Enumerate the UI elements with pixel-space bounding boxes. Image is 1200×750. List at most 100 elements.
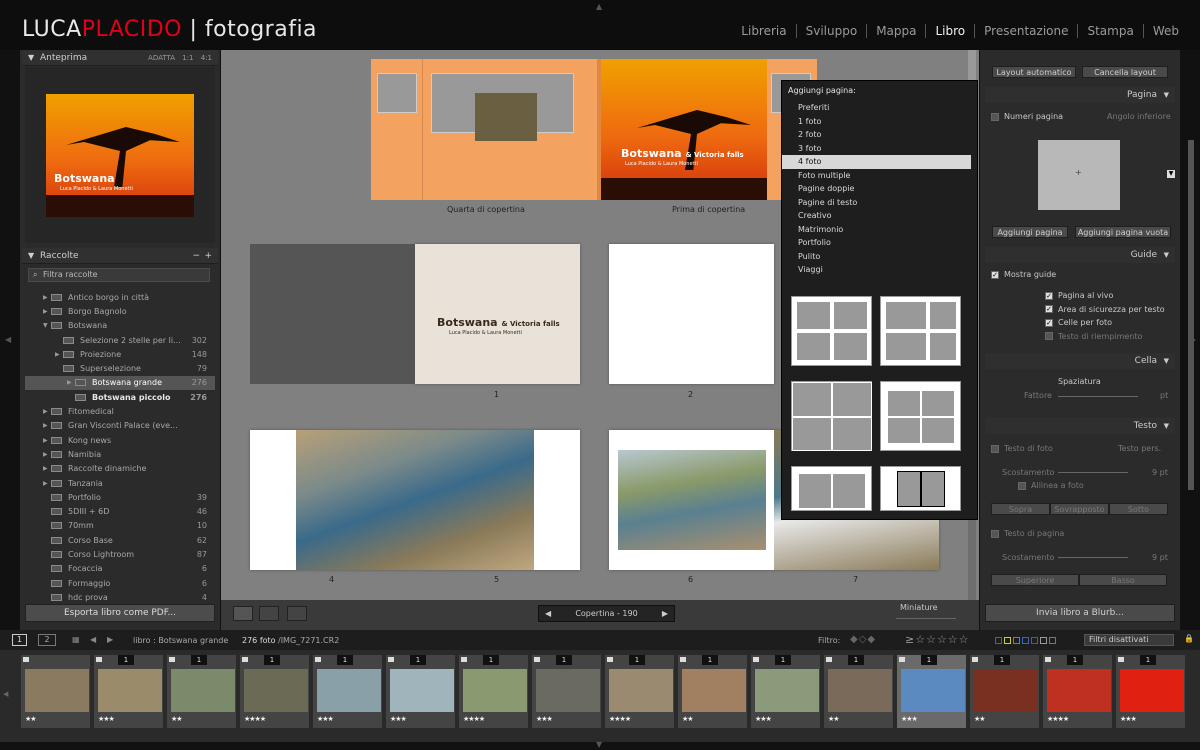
photo-text-toggle[interactable]: Testo di foto <box>991 444 1053 453</box>
add-page-category[interactable]: Portfolio <box>782 236 977 250</box>
send-to-blurb-button[interactable]: Invia libro a Blurb... <box>985 604 1175 622</box>
add-page-category[interactable]: Viaggi <box>782 263 977 277</box>
grid-view-icon[interactable]: ▦ <box>72 635 80 644</box>
collection-item[interactable]: ▼ Botswana <box>25 319 215 333</box>
current-file[interactable]: /IMG_7271.CR2 <box>278 636 339 645</box>
star-rating[interactable]: ★★★ <box>1120 715 1137 723</box>
align-photo-checkbox[interactable]: Allinea a foto <box>1018 481 1084 490</box>
star-rating[interactable]: ★★ <box>974 715 986 723</box>
filmstrip-thumbnail[interactable]: 1 ★★ <box>678 655 748 728</box>
photo-text-mode-select[interactable]: Testo pers. <box>1118 444 1161 453</box>
star-rating[interactable]: ★★★★ <box>609 715 631 723</box>
expand-icon[interactable]: ▶ <box>43 465 51 472</box>
cell-section-header[interactable]: Cella ▼ <box>985 353 1175 369</box>
star-rating[interactable]: ★★★ <box>317 715 334 723</box>
clear-layout-button[interactable]: Cancella layout <box>1082 66 1168 78</box>
add-page-category[interactable]: Matrimonio <box>782 223 977 237</box>
collection-item[interactable]: ▶ Gran Visconti Palace (eve... <box>25 419 215 433</box>
collection-item[interactable]: 5DIII + 6D 46 <box>25 504 215 518</box>
offset-slider[interactable] <box>1058 472 1128 473</box>
add-page-category[interactable]: Pulito <box>782 250 977 264</box>
add-page-category[interactable]: 1 foto <box>782 115 977 129</box>
module-tab-sviluppo[interactable]: Sviluppo <box>795 24 867 38</box>
collection-item[interactable]: ▶ Botswana grande 276 <box>25 375 215 391</box>
flag-icon[interactable] <box>388 657 394 662</box>
filmstrip-thumbnail[interactable]: 1 ★★★ <box>1116 655 1186 728</box>
module-tab-presentazione[interactable]: Presentazione <box>974 24 1077 38</box>
filmstrip-thumbnail[interactable]: 1 ★★★ <box>313 655 383 728</box>
expand-icon[interactable]: ▶ <box>43 408 51 415</box>
collection-item[interactable]: ▶ Borgo Bagnolo <box>25 304 215 318</box>
collection-item[interactable]: ▶ Kong news <box>25 433 215 447</box>
expand-icon[interactable]: ▶ <box>43 451 51 458</box>
guide-option[interactable]: ✓ Celle per foto <box>1045 318 1165 332</box>
module-tab-mappa[interactable]: Mappa <box>866 24 925 38</box>
second-screen-button[interactable]: 2 <box>38 634 56 646</box>
guide-option[interactable]: ✓ Area di sicurezza per testo <box>1045 305 1165 319</box>
single-page-view-icon[interactable] <box>287 606 307 621</box>
add-page-category[interactable]: Creativo <box>782 209 977 223</box>
collection-item[interactable]: ▶ Raccolte dinamiche <box>25 462 215 476</box>
add-page-category[interactable]: 2 foto <box>782 128 977 142</box>
spread-page[interactable] <box>609 244 774 384</box>
flag-icon[interactable] <box>753 657 759 662</box>
factor-slider[interactable] <box>1058 396 1138 397</box>
flag-icon[interactable] <box>1118 657 1124 662</box>
photo-cell[interactable] <box>377 73 417 113</box>
photo-cell[interactable] <box>296 430 534 570</box>
filmstrip-thumbnail[interactable]: 1 ★★ <box>824 655 894 728</box>
add-blank-page-button[interactable]: Aggiungi pagina vuota <box>1075 226 1171 238</box>
expand-icon[interactable]: ▶ <box>43 480 51 487</box>
star-rating[interactable]: ★★★ <box>536 715 553 723</box>
page-text-toggle[interactable]: Testo di pagina <box>991 529 1064 538</box>
text-section-header[interactable]: Testo ▼ <box>985 418 1175 434</box>
collection-filter-input[interactable]: ⌕ Filtra raccolte <box>28 268 210 282</box>
text-position-button[interactable]: Sovrapposto <box>1050 503 1109 515</box>
collection-item[interactable]: Formaggio 6 <box>25 576 215 590</box>
filmstrip-thumbnail[interactable]: 1 ★★ <box>970 655 1040 728</box>
collection-item[interactable]: hdc prova 4 <box>25 590 215 604</box>
text-position-button[interactable]: Sotto <box>1109 503 1168 515</box>
star-rating[interactable]: ★★★ <box>901 715 918 723</box>
module-tab-libro[interactable]: Libro <box>925 24 974 38</box>
left-panel-toggle-icon[interactable]: ◀ <box>5 335 11 344</box>
top-panel-toggle-icon[interactable]: ▲ <box>596 2 602 11</box>
photo-cell[interactable] <box>618 450 766 550</box>
filmstrip-thumbnail[interactable]: 1 ★★★ <box>532 655 602 728</box>
filmstrip-thumbnail[interactable]: 1 ★★★★ <box>240 655 310 728</box>
module-tab-web[interactable]: Web <box>1142 24 1188 38</box>
filmstrip-thumbnail[interactable]: ★★ <box>21 655 91 728</box>
spread-right-page[interactable]: Botswana & Victoria falls Luca Placido &… <box>415 244 580 384</box>
text-position-button[interactable]: Superiore <box>991 574 1079 586</box>
expand-icon[interactable]: ▶ <box>43 294 51 301</box>
template-four-photo[interactable] <box>880 296 961 366</box>
multi-page-view-icon[interactable] <box>233 606 253 621</box>
flag-icon[interactable] <box>23 657 29 662</box>
module-tab-libreria[interactable]: Libreria <box>732 24 795 38</box>
module-tab-stampa[interactable]: Stampa <box>1077 24 1142 38</box>
expand-icon[interactable]: ▶ <box>67 379 75 386</box>
page-offset-slider[interactable] <box>1058 557 1128 558</box>
auto-layout-button[interactable]: Layout automatico <box>992 66 1076 78</box>
page-numbers-toggle[interactable]: Numeri pagina <box>991 112 1063 121</box>
add-page-button[interactable]: Aggiungi pagina <box>992 226 1068 238</box>
flag-icon[interactable] <box>899 657 905 662</box>
filmstrip-thumbnail[interactable]: 1 ★★★ <box>751 655 821 728</box>
star-rating[interactable]: ★★★ <box>755 715 772 723</box>
template-four-photo[interactable] <box>880 466 961 511</box>
star-rating[interactable]: ★★★★ <box>463 715 485 723</box>
remove-collection-button[interactable]: − <box>192 248 200 264</box>
collection-item[interactable]: ▶ Proiezione 148 <box>25 347 215 361</box>
add-page-category[interactable]: Preferiti <box>782 101 977 115</box>
collection-item[interactable]: Botswana piccolo 276 <box>25 390 215 404</box>
source-path[interactable]: libro : Botswana grande <box>133 636 228 645</box>
filmstrip-thumbnail[interactable]: 1 ★★★★ <box>1043 655 1113 728</box>
add-page-category[interactable]: Pagine di testo <box>782 196 977 210</box>
main-screen-button[interactable]: 1 <box>12 634 27 646</box>
color-filter-swatches[interactable] <box>995 637 1056 644</box>
add-collection-button[interactable]: + <box>204 248 212 264</box>
bottom-panel-toggle-icon[interactable]: ▼ <box>596 740 602 749</box>
template-four-photo[interactable] <box>791 466 872 511</box>
lock-icon[interactable]: 🔒 <box>1184 634 1194 643</box>
forward-arrow-icon[interactable]: ▶ <box>107 635 113 644</box>
